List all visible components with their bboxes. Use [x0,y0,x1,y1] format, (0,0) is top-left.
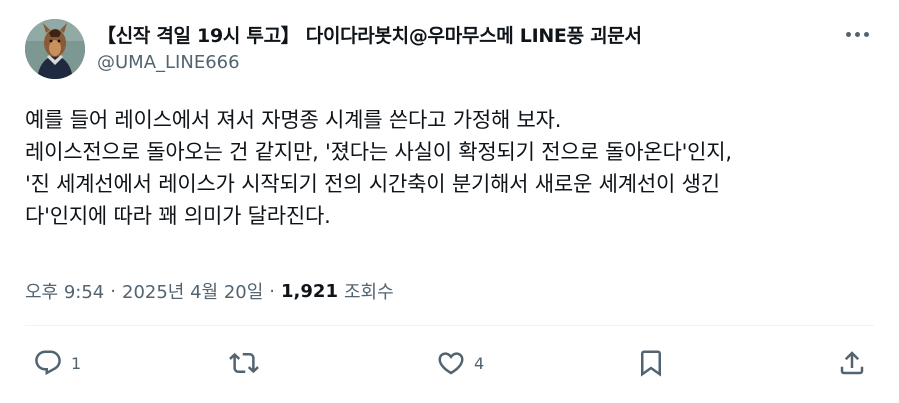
author-handle[interactable]: @UMA_LINE666 [97,52,240,73]
heart-icon [438,352,464,375]
author-display-name[interactable]: 【신작 격일 19시 투고】 다이다라봇치@우마무스메 LINE풍 괴문서 [97,21,642,48]
divider [25,325,874,326]
reply-count: 1 [71,353,82,373]
more-icon[interactable] [846,27,874,41]
tweet-text-line: 다'인지에 따라 꽤 의미가 달라진다. [25,204,331,228]
tweet-meta: 오후 9:54 · 2025년 4월 20일 · 1,921 조회수 [25,278,394,304]
views-count: 1,921 [281,280,338,302]
avatar-horse-girl-image [25,19,85,79]
bookmark-button[interactable] [636,348,666,378]
tweet-text: 예를 들어 레이스에서 져서 자명종 시계를 쓴다고 가정해 보자. 레이스전으… [25,104,885,232]
tweet-date[interactable]: 2025년 4월 20일 [122,278,263,304]
like-button[interactable]: 4 [436,348,484,378]
avatar[interactable] [25,19,85,79]
tweet-text-line: 예를 들어 레이스에서 져서 자명종 시계를 쓴다고 가정해 보자. [25,108,562,132]
reply-button[interactable]: 1 [33,348,81,378]
tweet-time[interactable]: 오후 9:54 [25,278,104,304]
share-button[interactable] [837,348,867,378]
reply-icon [35,350,61,376]
meta-separator: · [110,280,116,302]
action-bar: 1 4 [0,340,899,386]
retweet-button[interactable] [229,348,259,378]
bookmark-icon [641,350,661,377]
tweet-text-line: 레이스전으로 돌아오는 건 같지만, '졌다는 사실이 확정되기 전으로 돌아온… [25,140,732,164]
tweet-text-line: '진 세계선에서 레이스가 시작되기 전의 시간축이 분기해서 새로운 세계선이… [25,172,720,196]
retweet-icon [229,352,259,374]
tweet-card: 【신작 격일 19시 투고】 다이다라봇치@우마무스메 LINE풍 괴문서 @U… [0,0,899,403]
like-count: 4 [474,353,485,373]
share-icon [840,351,864,375]
views-label: 조회수 [343,282,394,303]
meta-separator: · [269,280,276,302]
